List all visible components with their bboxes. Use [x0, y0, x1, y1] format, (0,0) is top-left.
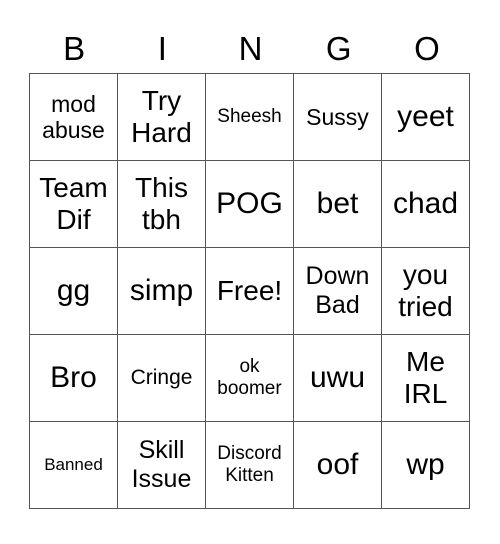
bingo-cell[interactable]: uwu — [293, 334, 382, 422]
bingo-cell[interactable]: simp — [117, 247, 206, 335]
bingo-cell[interactable]: This tbh — [117, 160, 206, 248]
header-letter-i: I — [157, 30, 167, 67]
header-letter-o: O — [414, 30, 440, 67]
bingo-cell[interactable]: Team Dif — [29, 160, 118, 248]
bingo-cell[interactable]: you tried — [381, 247, 470, 335]
bingo-cell[interactable]: Skill Issue — [117, 421, 206, 509]
bingo-cell[interactable]: Discord Kitten — [205, 421, 294, 509]
bingo-cell[interactable]: gg — [29, 247, 118, 335]
bingo-cell[interactable]: ok boomer — [205, 334, 294, 422]
board-row: Team Dif This tbh POG bet chad — [29, 160, 470, 248]
board-row: gg simp Free! Down Bad you tried — [29, 247, 470, 335]
bingo-cell[interactable]: chad — [381, 160, 470, 248]
bingo-cell[interactable]: POG — [205, 160, 294, 248]
bingo-cell[interactable]: bet — [293, 160, 382, 248]
header-letter-n: N — [238, 30, 263, 67]
bingo-cell[interactable]: Sussy — [293, 73, 382, 161]
header-letter-g: G — [325, 30, 352, 67]
bingo-cell[interactable]: Bro — [29, 334, 118, 422]
bingo-cell[interactable]: Down Bad — [293, 247, 382, 335]
board-row: mod abuse Try Hard Sheesh Sussy yeet — [29, 73, 470, 161]
bingo-cell[interactable]: oof — [293, 421, 382, 509]
header-letter-b: B — [63, 30, 86, 67]
bingo-cell[interactable]: Cringe — [117, 334, 206, 422]
bingo-cell[interactable]: Banned — [29, 421, 118, 509]
bingo-board: mod abuse Try Hard Sheesh Sussy yeet Tea… — [29, 73, 470, 509]
bingo-cell[interactable]: Me IRL — [381, 334, 470, 422]
bingo-cell[interactable]: wp — [381, 421, 470, 509]
bingo-header: B I N G O — [30, 26, 471, 72]
bingo-cell[interactable]: yeet — [381, 73, 470, 161]
bingo-cell[interactable]: Sheesh — [205, 73, 294, 161]
board-row: Bro Cringe ok boomer uwu Me IRL — [29, 334, 470, 422]
free-space-cell[interactable]: Free! — [205, 247, 294, 335]
board-row: Banned Skill Issue Discord Kitten oof wp — [29, 421, 470, 509]
bingo-cell[interactable]: mod abuse — [29, 73, 118, 161]
bingo-cell[interactable]: Try Hard — [117, 73, 206, 161]
